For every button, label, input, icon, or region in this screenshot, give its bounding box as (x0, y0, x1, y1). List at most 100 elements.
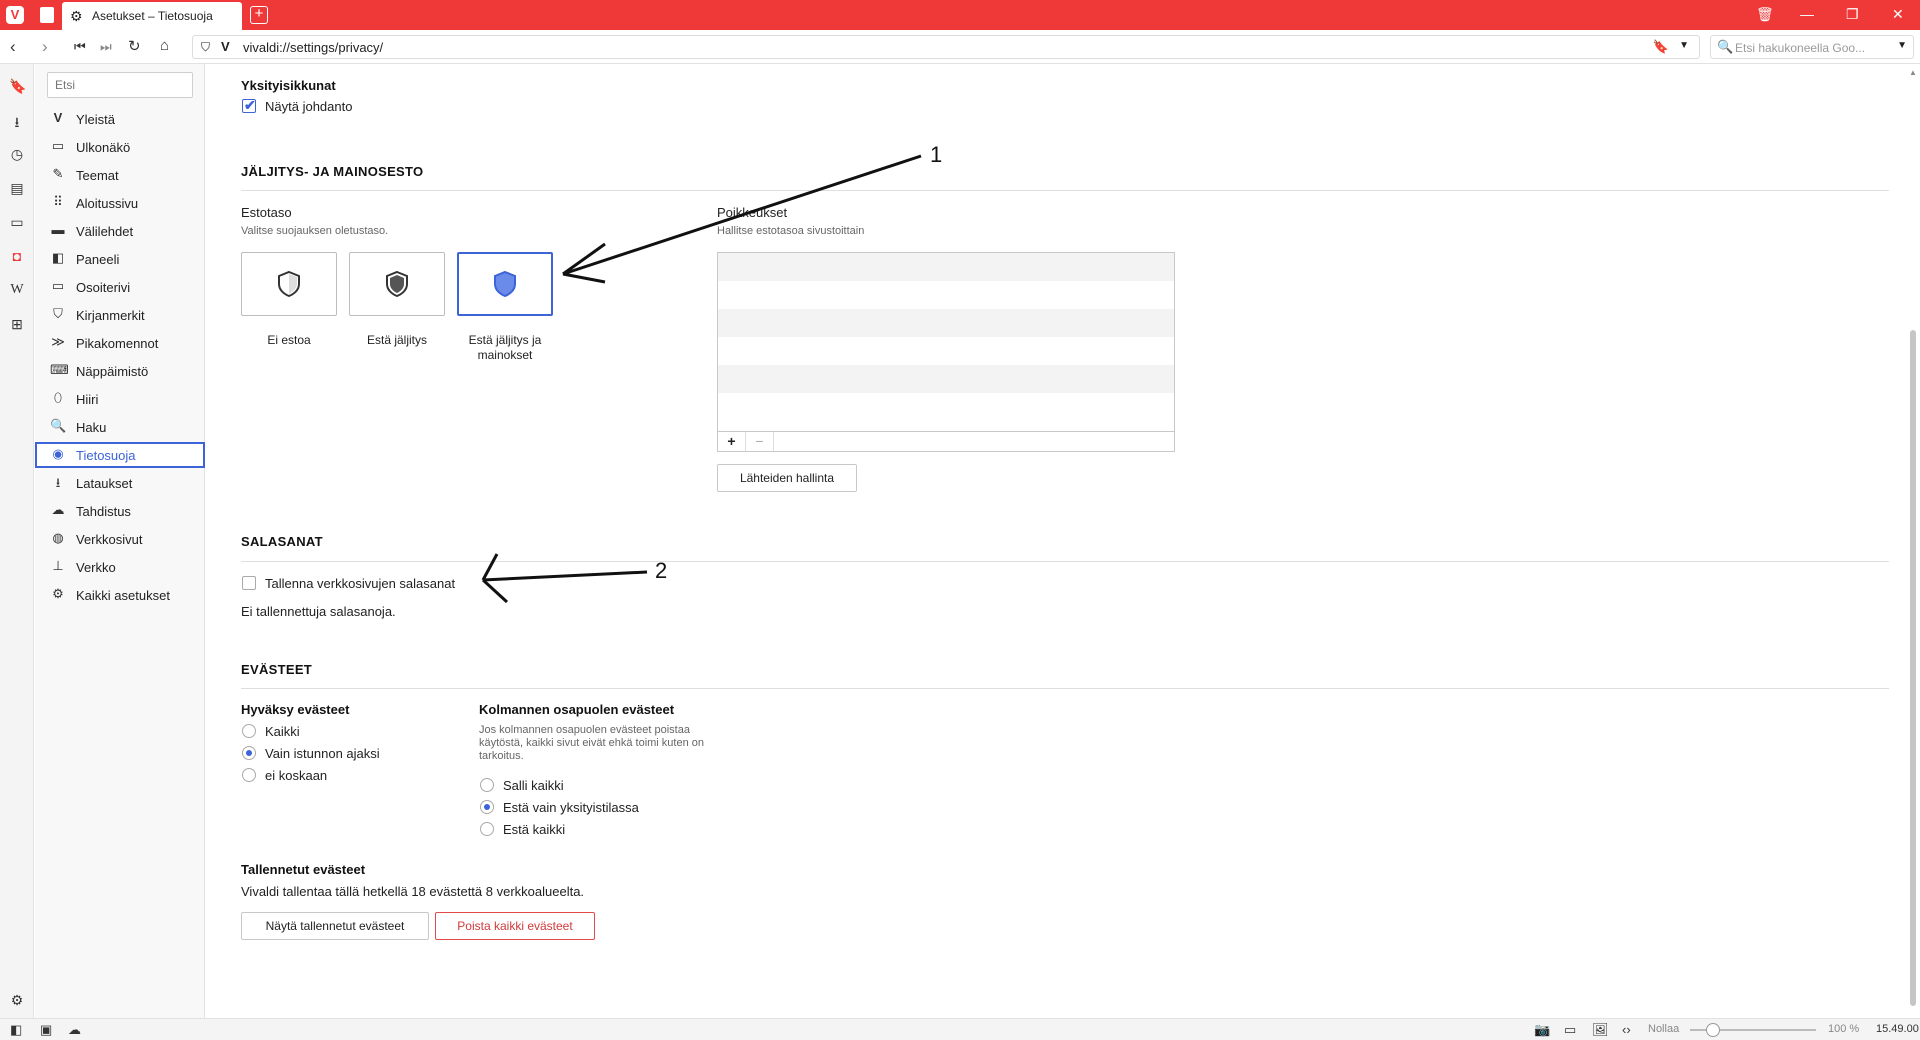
sidebar-item-themes[interactable]: ✎ Teemat (35, 162, 205, 188)
annotation-arrow-2 (481, 553, 648, 604)
wikipedia-panel-icon[interactable]: W (9, 282, 25, 298)
search-field[interactable]: 🔍 Etsi hakukoneella Goo... ▼ (1710, 35, 1914, 59)
sidebar-item-appearance[interactable]: ▭ Ulkonäkö (35, 134, 205, 160)
vivaldi-menu-icon[interactable]: V (6, 6, 24, 24)
add-panel-icon[interactable]: ⊞ (9, 316, 25, 333)
panel-toggle-icon[interactable]: ◧ (10, 1022, 22, 1038)
chevron-down-icon[interactable]: ▼ (1679, 40, 1689, 51)
zoom-reset-button[interactable]: Nollaa (1648, 1023, 1679, 1035)
tab-settings[interactable]: ⚙ Asetukset – Tietosuoja (62, 2, 242, 30)
trash-icon[interactable]: 🗑 (1756, 6, 1774, 23)
rewind-icon[interactable]: ⏮ (74, 39, 86, 55)
annotation-label-2: 2 (655, 558, 668, 583)
sidebar-item-label: Tietosuoja (76, 448, 136, 463)
sidebar-item-startpage[interactable]: ⠿ Aloitussivu (35, 190, 205, 216)
notes-panel-icon[interactable]: ▤ (9, 180, 25, 197)
gear-icon: ⚙ (70, 8, 83, 24)
tab-tiling-icon[interactable]: ▣ (40, 1022, 52, 1038)
url-field[interactable]: ⛉ V vivaldi://settings/privacy/ 🔖 ▼ (192, 35, 1700, 59)
gear-icon: ⚙ (52, 586, 64, 601)
downloads-panel-icon[interactable]: ⭳ (9, 112, 25, 136)
sidebar-item-label: Kirjanmerkit (76, 308, 145, 323)
level-no-blocking[interactable] (241, 252, 337, 316)
back-icon[interactable]: ‹ (10, 37, 16, 57)
save-passwords-checkbox[interactable] (242, 576, 256, 590)
home-icon[interactable]: ⌂ (160, 37, 169, 54)
window-icon[interactable]: ▭ (1564, 1022, 1576, 1038)
cookie-radio-all[interactable] (242, 724, 256, 738)
sidebar-item-label: Lataukset (76, 476, 133, 491)
sidebar-item-network[interactable]: ⊥ Verkko (35, 554, 205, 580)
sidebar-item-mouse[interactable]: ⬯ Hiiri (35, 386, 205, 412)
sidebar-item-tabs[interactable]: ▬ Välilehdet (35, 218, 205, 244)
third-party-radio-private[interactable] (480, 800, 494, 814)
zoom-slider-handle[interactable] (1706, 1023, 1720, 1037)
forward-icon[interactable]: › (42, 37, 48, 57)
code-icon[interactable]: ‹› (1622, 1022, 1631, 1037)
show-intro-checkbox[interactable] (242, 97, 256, 114)
third-party-radio-allow[interactable] (480, 778, 494, 792)
sync-cloud-icon[interactable]: ☁ (68, 1022, 81, 1038)
cookie-option-label: ei koskaan (265, 768, 328, 783)
new-tab-button[interactable]: + (250, 6, 268, 24)
scrollbar[interactable]: ▲ (1906, 64, 1920, 1018)
chevron-down-icon[interactable]: ▼ (1897, 40, 1907, 51)
window-panel-icon[interactable]: ▭ (9, 214, 25, 231)
vivaldi-badge-icon: V (221, 39, 230, 54)
sidebar-item-bookmarks[interactable]: ⛉ Kirjanmerkit (35, 302, 205, 328)
image-icon[interactable]: 🖼 (1592, 1022, 1609, 1038)
camera-icon[interactable]: 📷 (1534, 1022, 1550, 1038)
grid-icon: ⠿ (53, 194, 63, 209)
minimize-icon[interactable]: — (1800, 6, 1814, 22)
fast-forward-icon[interactable]: ⏭ (100, 39, 112, 55)
bookmark-icon[interactable]: 🔖 (1653, 39, 1669, 55)
cookie-radio-session[interactable] (242, 746, 256, 760)
reload-icon[interactable]: ↻ (128, 37, 141, 55)
third-party-radio-block-all[interactable] (480, 822, 494, 836)
sidebar-item-label: Hiiri (76, 392, 99, 407)
level-block-trackers-and-ads[interactable] (457, 252, 553, 316)
sidebar-item-downloads[interactable]: ⭳ Lataukset (35, 470, 205, 496)
sidebar-item-all-settings[interactable]: ⚙ Kaikki asetukset (35, 582, 205, 608)
sidebar-item-addressbar[interactable]: ▭ Osoiterivi (35, 274, 205, 300)
cookie-radio-never[interactable] (242, 768, 256, 782)
remove-exception-button[interactable]: − (746, 432, 774, 451)
shield-filled-icon (494, 270, 516, 298)
restore-icon[interactable]: ❐ (1846, 6, 1859, 23)
sidebar-item-privacy[interactable]: ◉ Tietosuoja (35, 442, 205, 468)
shield-icon[interactable]: ⛉ (201, 40, 210, 55)
sidebar-item-search[interactable]: 🔍 Haku (35, 414, 205, 440)
folder-icon: ▭ (51, 138, 65, 153)
settings-search-input[interactable] (47, 72, 193, 98)
delete-all-cookies-button[interactable]: Poista kaikki evästeet (435, 912, 595, 940)
third-party-option-label: Estä vain yksityistilassa (503, 800, 639, 815)
scroll-up-icon[interactable]: ▲ (1909, 68, 1917, 77)
sidebar-item-general[interactable]: V Yleistä (35, 106, 205, 132)
block-level-heading: Estotaso (241, 205, 292, 220)
page-icon[interactable] (40, 7, 54, 23)
third-party-option-label: Salli kaikki (503, 778, 564, 793)
tab-title: Asetukset – Tietosuoja (92, 9, 213, 23)
add-exception-button[interactable]: + (718, 432, 746, 451)
sidebar-item-quick-commands[interactable]: ≫ Pikakomennot (35, 330, 205, 356)
close-icon[interactable]: ✕ (1892, 6, 1904, 23)
settings-gear-icon[interactable]: ⚙ (9, 992, 25, 1009)
sidebar-item-label: Kaikki asetukset (76, 588, 170, 603)
status-bar: ◧ ▣ ☁ 📷 ▭ 🖼 ‹› Nollaa 100 % 15.49.00 (0, 1018, 1920, 1040)
vivaldi-panel-icon[interactable]: ◘ (9, 248, 25, 264)
sidebar-item-keyboard[interactable]: ⌨ Näppäimistö (35, 358, 205, 384)
manage-sources-button[interactable]: Lähteiden hallinta (717, 464, 857, 492)
third-party-description: Jos kolmannen osapuolen evästeet poistaa… (479, 724, 704, 762)
level-block-trackers[interactable] (349, 252, 445, 316)
network-icon: ⊥ (52, 558, 64, 573)
tab-bar: V ⚙ Asetukset – Tietosuoja + 🗑 — ❐ ✕ (0, 0, 1920, 30)
scrollbar-thumb[interactable] (1910, 330, 1916, 1006)
history-panel-icon[interactable]: ◷ (9, 146, 25, 163)
sidebar-item-sync[interactable]: ☁ Tahdistus (35, 498, 205, 524)
show-saved-cookies-button[interactable]: Näytä tallennetut evästeet (241, 912, 429, 940)
addressbar-icon: ▭ (51, 278, 65, 293)
bookmarks-panel-icon[interactable]: 🔖 (9, 78, 26, 95)
search-icon: 🔍 (50, 418, 67, 433)
sidebar-item-panel[interactable]: ◧ Paneeli (35, 246, 205, 272)
sidebar-item-webpages[interactable]: ◍ Verkkosivut (35, 526, 205, 552)
